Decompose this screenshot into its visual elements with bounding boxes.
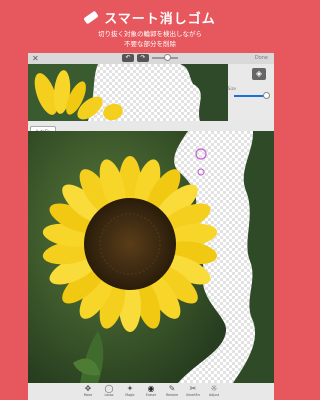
- tool-smarterase[interactable]: ✂SmartErase: [186, 384, 200, 400]
- tool-adjust[interactable]: ☼ Adjust: [207, 384, 221, 400]
- promo-subtitle-line2: 不要な部分を削除: [124, 40, 176, 48]
- brush-cursor-ring: [195, 148, 207, 160]
- preview-slider-label: Size: [227, 86, 236, 91]
- top-bar: ✕ ↶ ↷ Done: [28, 53, 274, 64]
- tool-restore[interactable]: ✎ Restore: [165, 384, 179, 400]
- tool-label: Lasso: [104, 393, 114, 397]
- canvas-background-right: [233, 131, 274, 383]
- eraser-icon: ◉: [147, 384, 155, 393]
- app-screen: ✕ ↶ ↷ Done ◈ Size AutoFix: [28, 53, 274, 400]
- preview-background-right: [180, 64, 228, 121]
- tool-label: SmartErase: [186, 393, 200, 397]
- action-strip: [28, 121, 274, 131]
- tool-label: Eraser: [145, 393, 157, 397]
- preview-options-panel: ◈ Size: [228, 64, 274, 121]
- preview-slider-knob[interactable]: [263, 92, 270, 99]
- layers-icon[interactable]: ◈: [252, 68, 266, 80]
- preview-transparent-area: [88, 64, 178, 121]
- adjust-icon: ☼: [210, 384, 218, 393]
- promo-title-row: スマート消しゴム: [0, 8, 300, 27]
- magic-icon: ✦: [126, 384, 134, 393]
- bottom-toolbar: ✥ Move ◯ Lasso ✦ Magic ◉ Eraser ✎ Restore ✂ SmartEr…: [28, 383, 274, 400]
- preview-panel: ◈ Size: [28, 64, 274, 121]
- eraser-icon: [83, 10, 99, 25]
- redo-icon[interactable]: ↷: [137, 54, 149, 62]
- tool-label: Magic: [125, 393, 135, 397]
- tool-eraser[interactable]: ◉ Eraser: [144, 384, 158, 400]
- tool-move[interactable]: ✥ Move: [81, 384, 95, 400]
- edit-canvas[interactable]: [28, 131, 274, 383]
- brush-size-slider-knob[interactable]: [164, 54, 171, 61]
- smart-eraser-icon: ✂: [189, 384, 197, 393]
- canvas-image[interactable]: [28, 131, 274, 383]
- lasso-icon: ◯: [104, 384, 114, 393]
- tool-magic[interactable]: ✦ Magic: [123, 384, 137, 400]
- brush-cursor-dot: [197, 168, 205, 176]
- tool-lasso[interactable]: ◯ Lasso: [102, 384, 116, 400]
- tool-label: Adjust: [209, 393, 219, 397]
- promo-title: スマート消しゴム: [104, 12, 216, 27]
- tool-label: Move: [83, 393, 93, 397]
- tool-label: Restore: [165, 393, 179, 397]
- close-icon[interactable]: ✕: [32, 54, 39, 63]
- done-button[interactable]: Done: [255, 55, 268, 61]
- move-icon: ✥: [84, 384, 92, 393]
- restore-icon: ✎: [168, 384, 176, 393]
- sunflower-center: [84, 198, 176, 290]
- promo-subtitle-line1: 切り抜く対象の輪郭を検出しながら: [98, 30, 202, 38]
- promo-banner: スマート消しゴム 切り抜く対象の輪郭を検出しながら 不要な部分を削除: [0, 0, 300, 52]
- undo-icon[interactable]: ↶: [122, 54, 134, 62]
